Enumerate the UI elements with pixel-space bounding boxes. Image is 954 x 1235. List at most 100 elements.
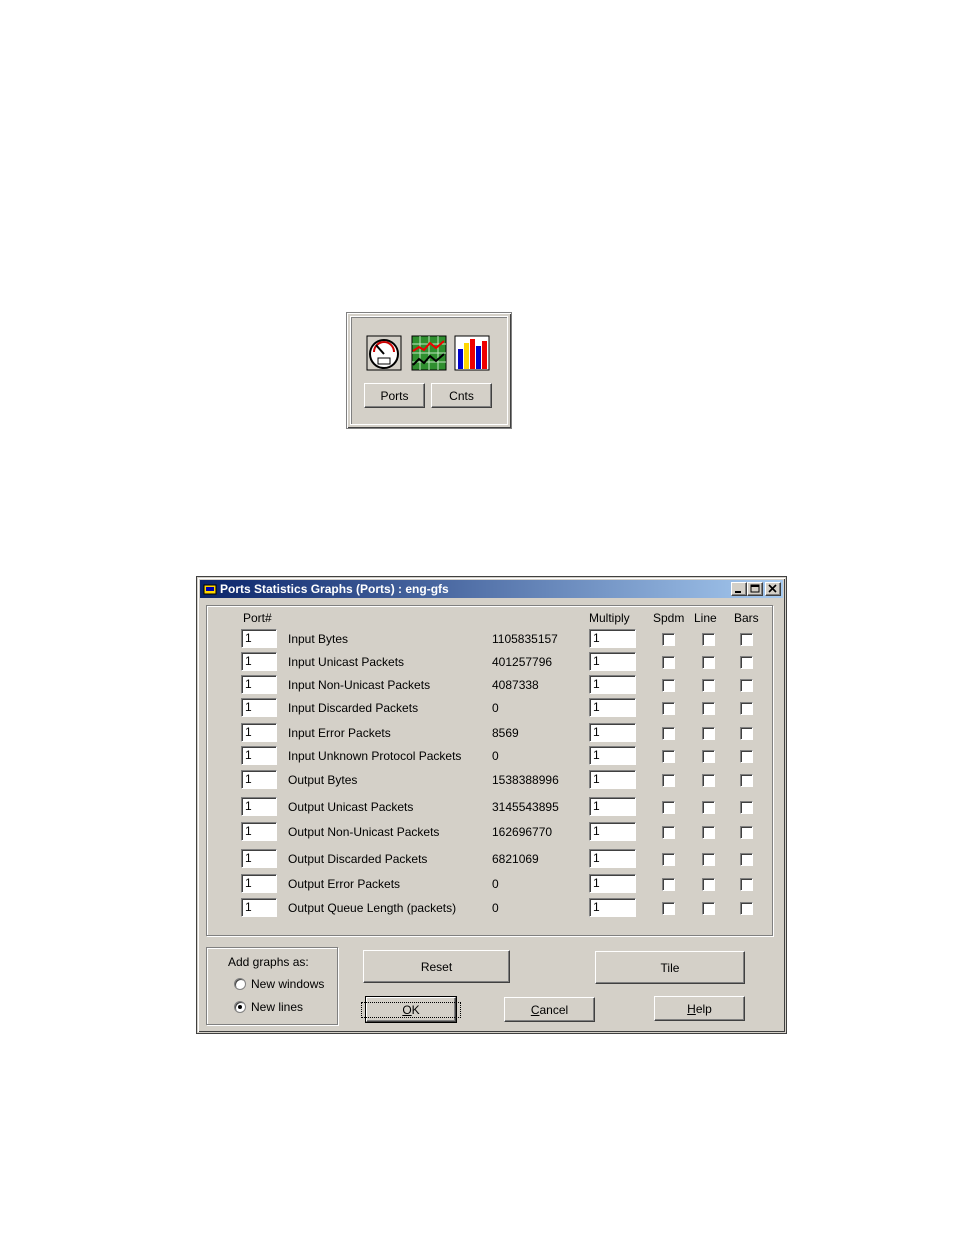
spdm-checkbox[interactable]: [662, 774, 675, 787]
spdm-checkbox[interactable]: [662, 801, 675, 814]
spdm-checkbox[interactable]: [662, 853, 675, 866]
spdm-checkbox[interactable]: [662, 633, 675, 646]
multiply-input[interactable]: 1: [589, 770, 636, 789]
line-checkbox[interactable]: [702, 656, 715, 669]
ports-button[interactable]: Ports: [364, 383, 425, 408]
line-checkbox[interactable]: [702, 902, 715, 915]
port-input[interactable]: 1: [241, 770, 277, 789]
line-checkbox[interactable]: [702, 727, 715, 740]
bar-chart-icon[interactable]: [454, 335, 490, 371]
port-input[interactable]: 1: [241, 698, 277, 717]
port-input[interactable]: 1: [241, 723, 277, 742]
multiply-input[interactable]: 1: [589, 629, 636, 648]
bars-checkbox[interactable]: [740, 878, 753, 891]
port-input[interactable]: 1: [241, 849, 277, 868]
spdm-checkbox[interactable]: [662, 826, 675, 839]
table-row: 1 Output Queue Length (packets) 0 1: [207, 898, 772, 920]
port-input[interactable]: 1: [241, 652, 277, 671]
bars-checkbox[interactable]: [740, 679, 753, 692]
maximize-button[interactable]: [747, 582, 763, 596]
bars-checkbox[interactable]: [740, 750, 753, 763]
multiply-header: Multiply: [589, 611, 630, 625]
line-checkbox[interactable]: [702, 633, 715, 646]
help-button[interactable]: Help: [654, 996, 745, 1021]
stat-name: Input Bytes: [288, 632, 349, 646]
line-checkbox[interactable]: [702, 750, 715, 763]
port-input[interactable]: 1: [241, 898, 277, 917]
multiply-input[interactable]: 1: [589, 698, 636, 717]
spdm-checkbox[interactable]: [662, 750, 675, 763]
table-row: 1 Input Bytes 1105835157 1: [207, 629, 772, 651]
multiply-input[interactable]: 1: [589, 874, 636, 893]
maximize-icon: [750, 584, 760, 593]
stat-name: Input Discarded Packets: [288, 701, 419, 715]
bars-checkbox[interactable]: [740, 774, 753, 787]
line-checkbox[interactable]: [702, 679, 715, 692]
multiply-input[interactable]: 1: [589, 797, 636, 816]
spdm-checkbox[interactable]: [662, 878, 675, 891]
stat-name: Output Error Packets: [288, 877, 401, 891]
add-graphs-label: Add graphs as:: [228, 955, 309, 969]
new-windows-label: New windows: [251, 977, 325, 991]
multiply-input[interactable]: 1: [589, 898, 636, 917]
table-row: 1 Input Unknown Protocol Packets 0 1: [207, 746, 772, 768]
multiply-input[interactable]: 1: [589, 746, 636, 765]
spdm-header: Spdm: [653, 611, 685, 625]
bars-checkbox[interactable]: [740, 801, 753, 814]
stats-group: Port# Multiply Spdm Line Bars 1 Input Byt…: [206, 605, 773, 936]
help-button-label: Help: [687, 1001, 712, 1016]
spdm-checkbox[interactable]: [662, 902, 675, 915]
port-input[interactable]: 1: [241, 675, 277, 694]
spdm-checkbox[interactable]: [662, 702, 675, 715]
reset-button[interactable]: Reset: [363, 950, 510, 983]
speedometer-icon[interactable]: [366, 335, 402, 371]
line-checkbox[interactable]: [702, 878, 715, 891]
bars-checkbox[interactable]: [740, 656, 753, 669]
port-input[interactable]: 1: [241, 874, 277, 893]
ok-button-label: OK: [361, 1001, 461, 1018]
line-checkbox[interactable]: [702, 702, 715, 715]
port-input[interactable]: 1: [241, 822, 277, 841]
ports-statistics-dialog: Ports Statistics Graphs (Ports) : eng-gf…: [197, 577, 786, 1033]
bars-checkbox[interactable]: [740, 902, 753, 915]
minimize-button[interactable]: [731, 582, 747, 596]
port-input[interactable]: 1: [241, 746, 277, 765]
spdm-checkbox[interactable]: [662, 727, 675, 740]
port-input[interactable]: 1: [241, 629, 277, 648]
bars-checkbox[interactable]: [740, 702, 753, 715]
multiply-input[interactable]: 1: [589, 652, 636, 671]
multiply-input[interactable]: 1: [589, 849, 636, 868]
spdm-checkbox[interactable]: [662, 679, 675, 692]
minimize-icon: [735, 591, 741, 593]
multiply-input[interactable]: 1: [589, 675, 636, 694]
cancel-button[interactable]: Cancel: [504, 997, 595, 1022]
table-row: 1 Output Unicast Packets 3145543895 1: [207, 797, 772, 819]
stat-name: Input Unknown Protocol Packets: [288, 749, 462, 763]
spdm-checkbox[interactable]: [662, 656, 675, 669]
stat-name: Output Unicast Packets: [288, 800, 414, 814]
add-graphs-group: Add graphs as: New windows New lines: [206, 947, 338, 1025]
bars-checkbox[interactable]: [740, 727, 753, 740]
radio-new-lines[interactable]: [234, 1001, 246, 1013]
stat-name: Output Queue Length (packets): [288, 901, 457, 915]
cnts-button[interactable]: Cnts: [431, 383, 492, 408]
ok-button[interactable]: OK: [361, 996, 461, 1023]
multiply-input[interactable]: 1: [589, 822, 636, 841]
line-checkbox[interactable]: [702, 826, 715, 839]
line-checkbox[interactable]: [702, 801, 715, 814]
bars-checkbox[interactable]: [740, 826, 753, 839]
port-input[interactable]: 1: [241, 797, 277, 816]
title-bar[interactable]: Ports Statistics Graphs (Ports) : eng-gf…: [200, 580, 783, 598]
bars-checkbox[interactable]: [740, 633, 753, 646]
bars-checkbox[interactable]: [740, 853, 753, 866]
stat-value: 8569: [492, 726, 519, 740]
stat-name: Input Non-Unicast Packets: [288, 678, 431, 692]
close-button[interactable]: [765, 582, 781, 596]
line-checkbox[interactable]: [702, 853, 715, 866]
radio-new-windows[interactable]: [234, 978, 246, 990]
stat-value: 401257796: [492, 655, 553, 669]
line-graph-icon[interactable]: [411, 335, 447, 371]
tile-button[interactable]: Tile: [595, 951, 745, 984]
line-checkbox[interactable]: [702, 774, 715, 787]
multiply-input[interactable]: 1: [589, 723, 636, 742]
